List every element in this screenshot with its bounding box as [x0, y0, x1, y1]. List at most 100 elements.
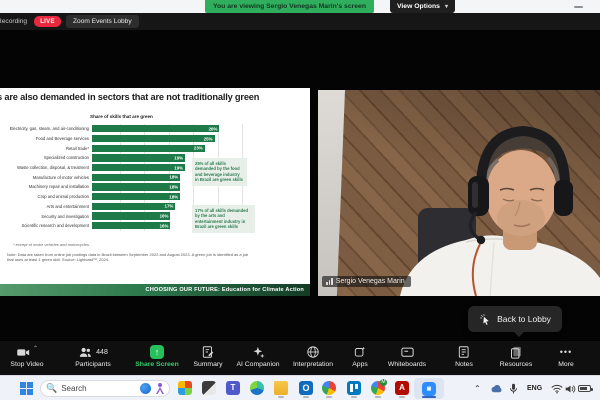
chart-category-label: Scientific research and development — [0, 223, 92, 228]
notes-label: Notes — [455, 361, 473, 368]
zoom-events-lobby-button[interactable]: Zoom Events Lobby — [66, 15, 139, 28]
tray-chevron-icon[interactable]: ⌃ — [474, 376, 481, 400]
shared-screen-slide: s are also demanded in sectors that are … — [0, 88, 310, 296]
notes-icon — [457, 345, 471, 359]
more-button[interactable]: ••• More — [546, 344, 586, 368]
outlook-app-icon[interactable]: O — [299, 381, 313, 395]
chart-category-label: Food and Beverage services — [0, 136, 92, 141]
meeting-toolbar: ⌃ Stop Video 448 Participants ↑ Share Sc… — [0, 340, 600, 375]
share-screen-icon: ↑ — [150, 345, 164, 359]
chart-bar: 16% — [92, 212, 170, 219]
slide-footer-banner: CHOOSING OUR FUTURE: Education for Clima… — [0, 284, 310, 296]
chart-bar: 25% — [92, 135, 215, 142]
share-screen-button[interactable]: ↑ Share Screen — [128, 344, 186, 368]
edge-app-icon[interactable] — [250, 381, 264, 395]
signal-bars-icon — [326, 278, 333, 285]
chart-value-label: 18% — [169, 175, 178, 180]
chart-category-label: Specialized construction — [0, 155, 92, 160]
apps-icon — [353, 345, 367, 359]
language-indicator[interactable]: ENG — [527, 376, 542, 400]
whiteboards-label: Whiteboards — [388, 361, 426, 368]
chart-row: Waste collection, disposal, & treatment1… — [0, 163, 310, 173]
viewing-screen-banner: You are viewing Sergio Venegas Marin's s… — [205, 0, 374, 13]
live-badge: LIVE — [34, 16, 61, 27]
chart-row: Crop and animal production18% — [0, 192, 310, 202]
stop-video-button[interactable]: ⌃ Stop Video — [2, 344, 52, 368]
resources-button[interactable]: Resources — [490, 344, 542, 368]
chart-bar: 18% — [92, 193, 180, 200]
meeting-stage: s are also demanded in sectors that are … — [0, 30, 600, 340]
chart-row: Security and investigation16% — [0, 211, 310, 221]
more-dots-icon: ••• — [560, 349, 572, 355]
chart-category-label: Retail trade* — [0, 146, 92, 151]
participant-video: Sergio Venegas Marin — [318, 90, 600, 296]
interpretation-button[interactable]: Interpretation — [288, 344, 338, 368]
participants-button[interactable]: 448 Participants — [62, 344, 124, 368]
cursor-click-icon — [479, 313, 492, 326]
chart-bar: 23% — [92, 145, 205, 152]
office-app-icon[interactable] — [178, 381, 192, 395]
speaker-icon[interactable] — [565, 376, 576, 400]
view-options-button[interactable]: View Options ▾ — [390, 0, 455, 13]
photos-app-icon[interactable] — [202, 381, 216, 395]
chart-value-label: 23% — [194, 146, 203, 151]
apps-button[interactable]: Apps — [342, 344, 378, 368]
onedrive-cloud-icon[interactable] — [490, 376, 503, 400]
participants-icon — [78, 345, 93, 360]
chart-value-label: 26% — [209, 126, 218, 131]
chart-category-label: Security and investigation — [0, 214, 92, 219]
chrome-profile2-app-icon[interactable]: M — [371, 381, 385, 395]
chart-bar: 26% — [92, 125, 219, 132]
interpretation-label: Interpretation — [293, 361, 333, 368]
participant-name: Sergio Venegas Marin — [336, 278, 405, 285]
microphone-tray-icon[interactable] — [509, 376, 518, 400]
top-strip: You are viewing Sergio Venegas Marin's s… — [0, 0, 600, 13]
search-placeholder: Search — [61, 384, 136, 393]
chart-bar: 16% — [92, 222, 170, 229]
video-camera-icon — [16, 345, 31, 360]
zoom-camera-glyph: ▣ — [422, 382, 436, 396]
summary-icon — [201, 345, 215, 359]
teams-app-icon[interactable]: T — [226, 381, 240, 395]
back-to-lobby-button[interactable]: Back to Lobby — [468, 306, 562, 332]
slide-title: s are also demanded in sectors that are … — [0, 92, 297, 102]
chart-bar: 19% — [92, 164, 185, 171]
slide-note: Note: Data are taken from online job pos… — [7, 252, 255, 263]
participant-name-tag: Sergio Venegas Marin — [322, 276, 411, 287]
chart-row: Manufacture of motor vehicles 18% — [0, 172, 310, 182]
wifi-icon[interactable] — [551, 376, 563, 400]
stop-video-label: Stop Video — [10, 361, 43, 368]
participants-label: Participants — [75, 361, 111, 368]
search-icon: 🔍 — [46, 384, 57, 393]
chart-value-label: 18% — [169, 184, 178, 189]
summary-button[interactable]: Summary — [188, 344, 228, 368]
file-explorer-icon[interactable] — [274, 381, 288, 395]
chart-bar: 17% — [92, 203, 175, 210]
participants-count: 448 — [96, 349, 108, 356]
chart-category-label: Manufacture of motor vehicles — [0, 175, 92, 180]
chart-bar: 18% — [92, 174, 180, 181]
ai-companion-button[interactable]: AI Companion — [230, 344, 286, 368]
chart-bar: 19% — [92, 154, 185, 161]
chart-row: Retail trade* 23% — [0, 143, 310, 153]
chrome-app-icon[interactable] — [322, 381, 336, 395]
chevron-up-icon[interactable]: ⌃ — [33, 345, 38, 352]
minimize-icon[interactable] — [574, 6, 583, 8]
chart-value-label: 25% — [204, 136, 213, 141]
zoom-app-icon-active[interactable]: ▣ — [414, 378, 444, 399]
back-to-lobby-label: Back to Lobby — [497, 314, 551, 324]
chart-row: Food and Beverage services 25% — [0, 134, 310, 144]
summary-label: Summary — [193, 361, 222, 368]
windows-start-button[interactable] — [20, 382, 33, 395]
ai-companion-icon — [251, 345, 266, 360]
chart-row: Specialized construction19% — [0, 153, 310, 163]
trello-app-icon[interactable] — [347, 381, 361, 395]
acrobat-app-icon[interactable]: A — [395, 381, 409, 395]
resources-label: Resources — [500, 361, 533, 368]
battery-icon[interactable] — [578, 376, 591, 400]
whiteboards-button[interactable]: Whiteboards — [380, 344, 434, 368]
taskbar-search-input[interactable]: 🔍 Search — [40, 380, 170, 397]
notes-button[interactable]: Notes — [442, 344, 486, 368]
chart-category-label: Machinery repair and installation — [0, 184, 92, 189]
chart-annotation-food: 25% of all skills demanded by the food a… — [192, 158, 247, 186]
